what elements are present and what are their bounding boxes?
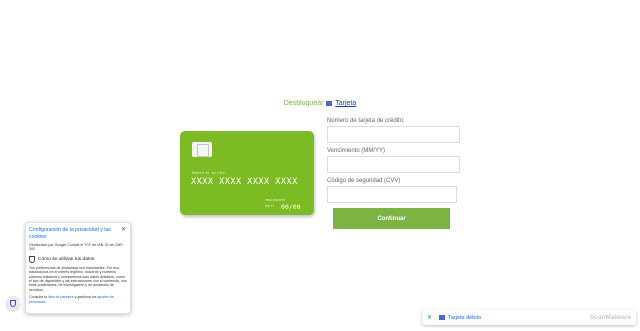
tab-label[interactable]: Tarjeta débito: [448, 315, 481, 321]
card-exp-format: MM/YY: [265, 204, 275, 208]
privacy-footer-suffix: .: [45, 299, 47, 304]
privacy-popup: Configuración de la privacidad y las coo…: [25, 222, 131, 314]
privacy-footer-prefix: Consulta la: [29, 295, 47, 300]
card-icon: [439, 315, 446, 320]
expiry-input[interactable]: [327, 156, 460, 173]
cvv-label: Código de seguridad (CVV): [327, 178, 401, 184]
card-icon: [326, 100, 333, 106]
card-chip-icon: [192, 142, 212, 157]
privacy-shield-button[interactable]: [6, 296, 20, 310]
card-number-label-form: Número de tarjeta de crédito:: [327, 118, 405, 124]
card-number: XXXX XXXX XXXX XXXX: [191, 177, 298, 187]
close-icon[interactable]: ✕: [121, 226, 126, 233]
partners-link[interactable]: lista de partners: [48, 295, 74, 299]
card-number-input[interactable]: [327, 126, 460, 143]
bottom-tab-bar: ✕ Tarjeta débito ScanMalware: [422, 310, 636, 325]
privacy-subheading: Cómo se utilizan tus datos: [29, 255, 127, 263]
close-icon[interactable]: ✕: [427, 314, 432, 321]
privacy-footer-mid: y gestiona los: [74, 295, 97, 300]
continue-button[interactable]: Continuar: [333, 208, 450, 229]
expiry-label: Vencimiento (MM/YY): [327, 148, 386, 154]
page-heading: Desbloquear Tarjeta: [0, 100, 640, 107]
heading-link[interactable]: Tarjeta: [335, 100, 356, 107]
privacy-title: Configuración de la privacidad y las coo…: [29, 227, 111, 240]
shield-icon: [29, 255, 35, 263]
privacy-body: Tus preferencias de privacidad son impor…: [29, 265, 127, 292]
card-exp-value: 00/00: [281, 203, 301, 211]
card-exp-label: VENCIMIENTO: [265, 198, 285, 202]
credit-card-preview: Número de tarjeta XXXX XXXX XXXX XXXX VE…: [180, 131, 314, 215]
privacy-subheading-text: Cómo se utilizan tus datos: [38, 256, 95, 262]
card-number-label: Número de tarjeta: [192, 171, 225, 175]
privacy-footer: Consulta la lista de partners y gestiona…: [29, 295, 127, 304]
cvv-input[interactable]: [327, 186, 457, 203]
brand-watermark: ScanMalware: [589, 314, 631, 321]
heading-prefix: Desbloquear: [283, 100, 324, 107]
shield-icon: [10, 299, 16, 307]
privacy-managed-by: Gestionado por Google Cumple el TCF de I…: [29, 243, 124, 252]
page: Desbloquear Tarjeta Número de tarjeta XX…: [0, 0, 640, 331]
